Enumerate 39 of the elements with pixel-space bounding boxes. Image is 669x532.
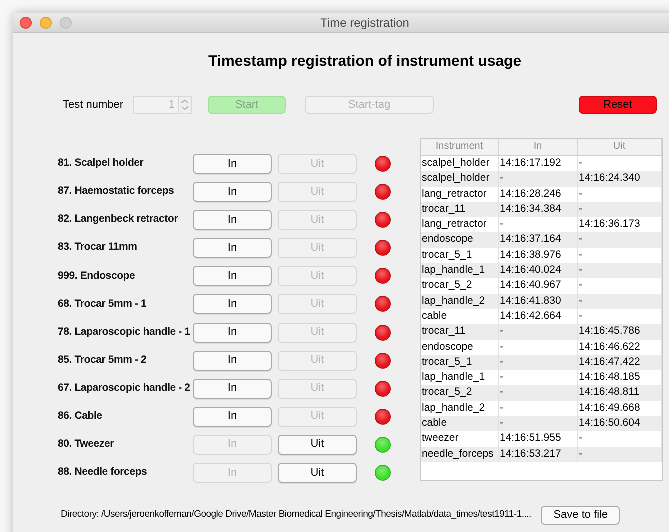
table-cell: 14:16:53.217 [499,446,578,462]
instrument-label: 67. Laparoscopic handle - 2 [58,380,192,396]
instrument-label: 68. Trocar 5mm - 1 [58,296,148,312]
instrument-label: 83. Trocar 11mm [58,240,138,256]
uit-button[interactable]: Uit [278,434,357,455]
instrument-label: 82. Langenbeck retractor [58,212,180,228]
in-button[interactable]: In [193,294,272,314]
in-button[interactable]: In [193,238,272,258]
instrument-label: 78. Laparoscopic handle - 1 [58,324,192,340]
in-button[interactable]: In [193,406,272,427]
column-header[interactable]: Instrument [421,139,499,155]
in-button[interactable]: In [193,210,272,230]
column-header[interactable]: Uit [578,139,662,155]
instrument-label: 87. Haemostatic forceps [58,184,176,200]
instrument-label: 999. Endoscope [58,268,136,284]
instrument-label: 85. Trocar 5mm - 2 [58,352,148,368]
table-cell: - [578,446,662,462]
in-button[interactable]: In [193,350,272,371]
zoom-button[interactable] [60,16,72,28]
page-heading: Timestamp registration of instrument usage [208,53,522,71]
instrument-label: 88. Needle forceps [58,465,148,480]
in-button[interactable]: In [193,322,272,343]
save-to-file-button[interactable]: Save to file [541,506,620,526]
reset-button[interactable]: Reset [579,96,657,114]
in-button[interactable]: In [193,182,272,202]
window-title: Time registration [320,14,410,32]
directory-path: Directory: /Users/jeroenkoffeman/Google Drive/Master Biomedical Engineering/Thesis/Matlab/data_times/test1911-1.... [61,508,532,522]
in-button[interactable]: In [193,154,272,174]
instrument-label: 81. Scalpel holder [58,156,145,172]
minimize-button[interactable] [40,16,52,28]
instrument-label: 86. Cable [58,408,104,424]
uit-button[interactable]: Uit [278,463,357,484]
table-cell: needle_forceps [421,446,499,462]
in-button[interactable]: In [193,378,272,399]
column-header[interactable]: In [499,139,578,155]
close-button[interactable] [20,16,32,28]
in-button[interactable]: In [193,266,272,286]
instrument-label: 80. Tweezer [58,437,115,452]
test-number-label: Test number [63,98,125,113]
